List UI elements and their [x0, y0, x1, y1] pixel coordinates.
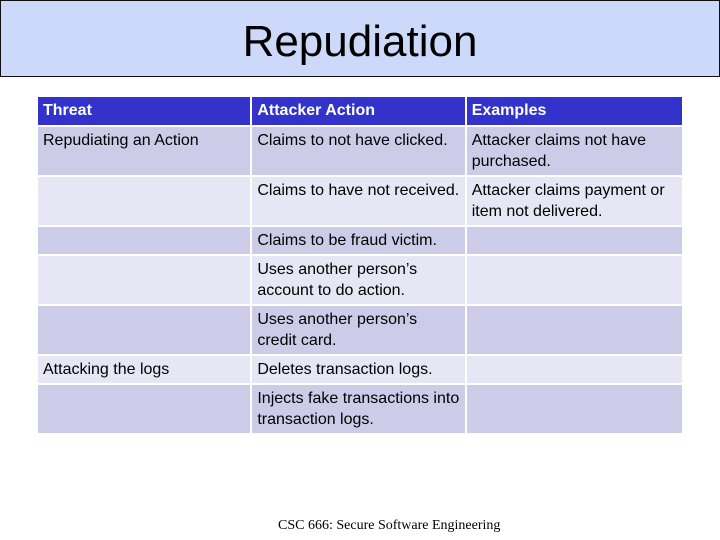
cell-example — [466, 385, 682, 433]
cell-attacker-action: Injects fake transactions into transacti… — [252, 385, 465, 433]
cell-threat: Repudiating an Action — [38, 127, 251, 175]
header-attacker-action: Attacker Action — [252, 97, 465, 125]
cell-example — [466, 227, 682, 254]
cell-attacker-action: Claims to have not received. — [252, 177, 465, 225]
cell-attacker-action: Uses another person’s account to do acti… — [252, 256, 465, 304]
table-row: Claims to have not received. Attacker cl… — [38, 177, 682, 225]
table-row: Uses another person’s credit card. — [38, 306, 682, 354]
slide-title-bar: Repudiation — [0, 0, 720, 77]
cell-example — [466, 356, 682, 383]
cell-attacker-action: Uses another person’s credit card. — [252, 306, 465, 354]
threat-table: Threat Attacker Action Examples Repudiat… — [36, 95, 684, 435]
table-row: Injects fake transactions into transacti… — [38, 385, 682, 433]
table-row: Uses another person’s account to do acti… — [38, 256, 682, 304]
cell-threat: Attacking the logs — [38, 356, 251, 383]
cell-threat — [38, 256, 251, 304]
slide-footer: CSC 666: Secure Software Engineering — [278, 518, 501, 533]
cell-threat — [38, 177, 251, 225]
cell-attacker-action: Claims to not have clicked. — [252, 127, 465, 175]
cell-example — [466, 256, 682, 304]
cell-threat — [38, 227, 251, 254]
cell-threat — [38, 306, 251, 354]
table-row: Attacking the logs Deletes transaction l… — [38, 356, 682, 383]
table-row: Claims to be fraud victim. — [38, 227, 682, 254]
table-row: Repudiating an Action Claims to not have… — [38, 127, 682, 175]
cell-attacker-action: Claims to be fraud victim. — [252, 227, 465, 254]
table-header-row: Threat Attacker Action Examples — [38, 97, 682, 125]
slide-title: Repudiation — [242, 16, 478, 66]
cell-example: Attacker claims not have purchased. — [466, 127, 682, 175]
cell-example: Attacker claims payment or item not deli… — [466, 177, 682, 225]
cell-example — [466, 306, 682, 354]
cell-threat — [38, 385, 251, 433]
header-examples: Examples — [466, 97, 682, 125]
cell-attacker-action: Deletes transaction logs. — [252, 356, 465, 383]
header-threat: Threat — [38, 97, 251, 125]
